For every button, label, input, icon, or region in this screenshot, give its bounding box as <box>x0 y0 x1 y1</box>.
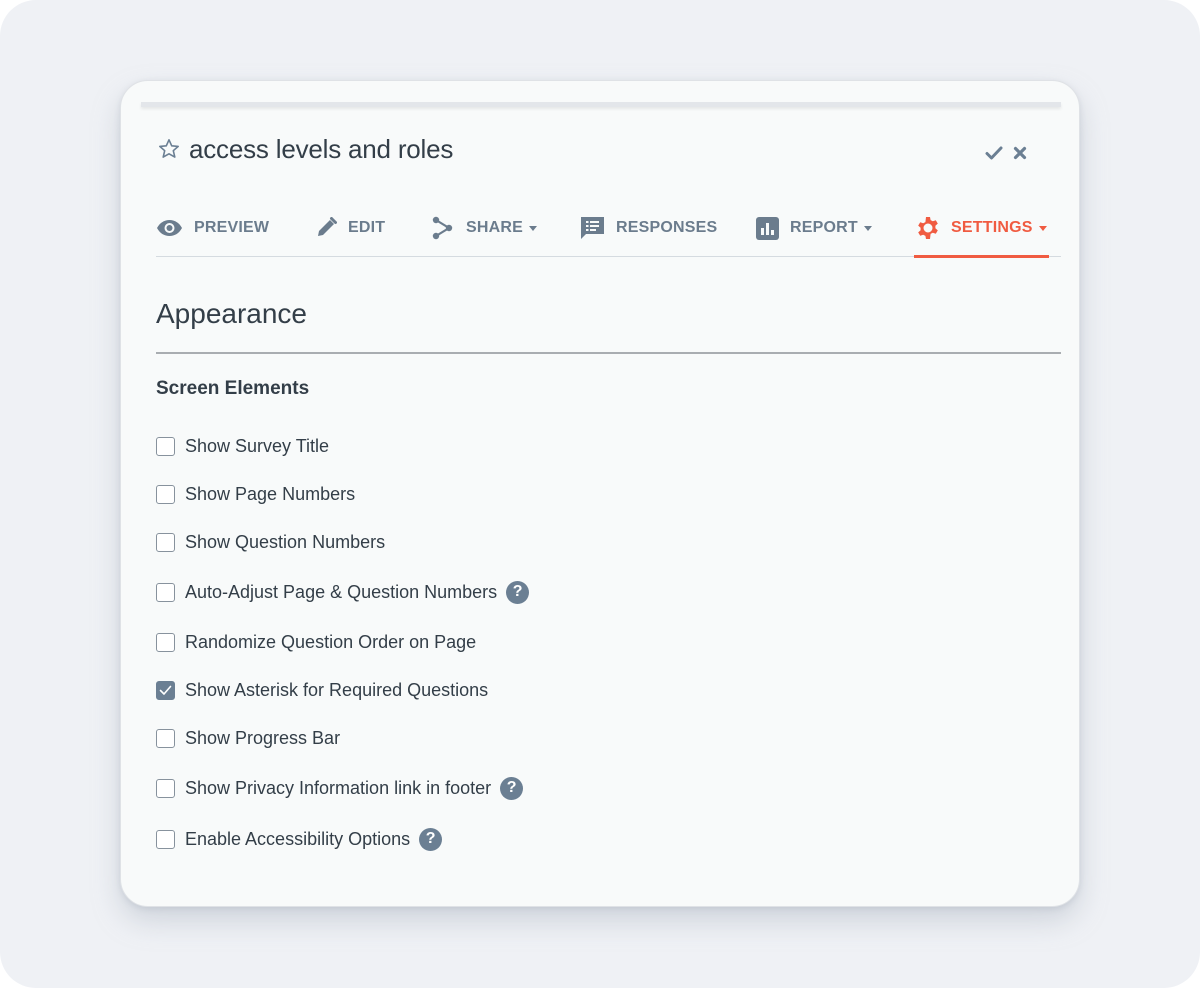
checkbox[interactable] <box>156 829 175 849</box>
tab-settings[interactable]: SETTINGS <box>914 199 1049 258</box>
option-auto-adjust-numbers[interactable]: Auto-Adjust Page & Question Numbers ? <box>156 580 530 604</box>
option-show-page-numbers[interactable]: Show Page Numbers <box>156 482 355 506</box>
option-show-question-numbers[interactable]: Show Question Numbers <box>156 530 385 554</box>
close-icon[interactable] <box>1013 146 1027 160</box>
checkbox[interactable] <box>156 484 175 504</box>
option-label[interactable]: Show Privacy Information link in footer <box>185 778 491 799</box>
tab-responses[interactable]: RESPONSES <box>580 199 717 257</box>
help-icon[interactable]: ? <box>419 827 443 851</box>
gear-icon <box>916 216 940 240</box>
title-actions <box>985 145 1027 161</box>
option-show-survey-title[interactable]: Show Survey Title <box>156 434 329 458</box>
option-enable-accessibility[interactable]: Enable Accessibility Options ? <box>156 827 443 851</box>
chevron-down-icon <box>529 225 538 231</box>
tab-edit[interactable]: EDIT <box>315 199 385 257</box>
option-label[interactable]: Randomize Question Order on Page <box>185 632 476 653</box>
help-icon[interactable]: ? <box>500 776 524 800</box>
survey-title-row: access levels and roles <box>157 131 453 167</box>
top-bar <box>141 102 1061 107</box>
group-title: Screen Elements <box>156 378 310 399</box>
option-label[interactable]: Enable Accessibility Options <box>185 829 410 850</box>
checkbox[interactable] <box>156 778 175 798</box>
option-label[interactable]: Show Asterisk for Required Questions <box>185 680 488 701</box>
tab-label: PREVIEW <box>194 219 270 236</box>
tab-label: SHARE <box>466 219 524 236</box>
checkbox[interactable] <box>156 632 175 652</box>
help-icon[interactable]: ? <box>506 580 530 604</box>
tab-report[interactable]: REPORT <box>756 199 872 257</box>
tab-label: REPORT <box>790 219 858 236</box>
checkbox[interactable] <box>156 728 175 748</box>
chevron-down-icon <box>863 225 872 231</box>
page-background: access levels and roles PREVIEW EDIT SHA… <box>0 0 1200 988</box>
survey-title[interactable]: access levels and roles <box>189 134 453 165</box>
share-icon <box>431 216 455 240</box>
option-randomize-question-order[interactable]: Randomize Question Order on Page <box>156 630 476 654</box>
option-label[interactable]: Auto-Adjust Page & Question Numbers <box>185 582 497 603</box>
option-label[interactable]: Show Page Numbers <box>185 484 355 505</box>
checkbox-checked[interactable] <box>156 680 175 700</box>
option-label[interactable]: Show Progress Bar <box>185 728 340 749</box>
option-label[interactable]: Show Survey Title <box>185 436 329 457</box>
chevron-down-icon <box>1038 225 1047 231</box>
option-show-privacy-link[interactable]: Show Privacy Information link in footer … <box>156 776 524 800</box>
check-icon[interactable] <box>985 145 1003 161</box>
checkbox[interactable] <box>156 582 175 602</box>
tab-label: SETTINGS <box>951 219 1033 236</box>
pencil-icon <box>315 217 337 239</box>
responses-icon <box>580 216 605 240</box>
tab-share[interactable]: SHARE <box>431 199 538 257</box>
tab-preview[interactable]: PREVIEW <box>156 199 269 257</box>
checkbox[interactable] <box>156 436 175 456</box>
check-icon <box>159 685 172 695</box>
survey-settings-card: access levels and roles PREVIEW EDIT SHA… <box>120 80 1080 907</box>
star-icon[interactable] <box>157 137 181 161</box>
tab-label: RESPONSES <box>616 219 718 236</box>
section-divider <box>156 352 1061 354</box>
option-show-asterisk[interactable]: Show Asterisk for Required Questions <box>156 678 488 702</box>
checkbox[interactable] <box>156 532 175 552</box>
section-title: Appearance <box>156 298 308 329</box>
eye-icon <box>156 219 183 237</box>
option-label[interactable]: Show Question Numbers <box>185 532 385 553</box>
bar-chart-icon <box>756 216 779 240</box>
option-show-progress-bar[interactable]: Show Progress Bar <box>156 726 340 750</box>
tab-bar: PREVIEW EDIT SHARE RESPONSES REPORT SETT… <box>156 199 1061 258</box>
tab-label: EDIT <box>348 219 386 236</box>
